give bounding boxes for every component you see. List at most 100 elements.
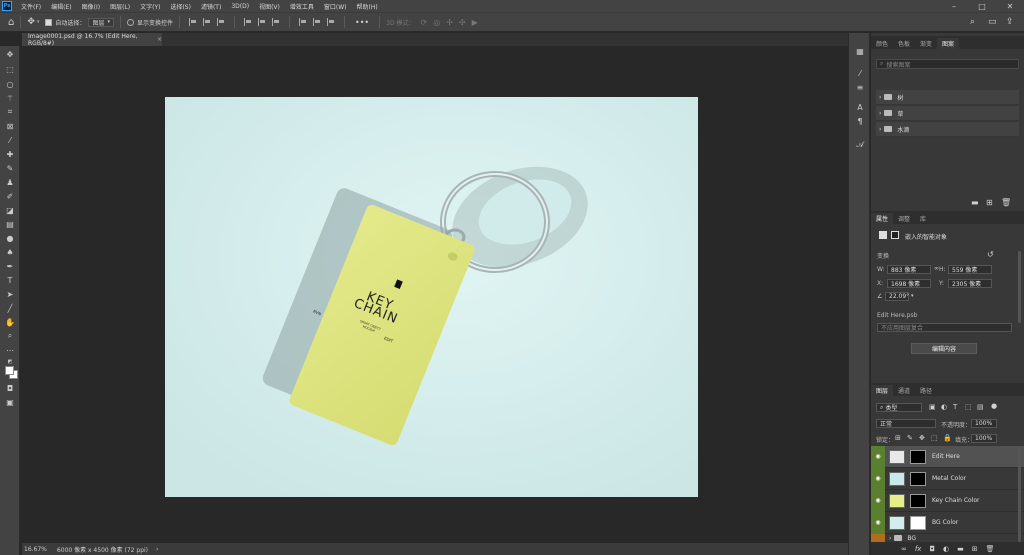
properties-scrollbar[interactable] [1018, 251, 1021, 323]
path-selection-tool-icon[interactable]: ➤ [4, 288, 16, 300]
more-tools-icon[interactable]: ⋯ [4, 344, 16, 356]
auto-select-dropdown[interactable]: 图层 ▾ [88, 17, 114, 27]
layer-row-metal-color[interactable]: ◉ Metal Color [871, 467, 1024, 490]
reset-transform-icon[interactable]: ↺ [987, 250, 994, 259]
layer-row-bg-color[interactable]: ◉ BG Color [871, 511, 1024, 534]
quick-mask-icon[interactable]: ◘ [4, 382, 16, 394]
pattern-folder-tree[interactable]: › 树 [876, 90, 1019, 105]
zoom-tool-icon[interactable]: ⌕ [4, 330, 16, 342]
height-field[interactable]: 559 像素 [948, 265, 992, 274]
tab-patterns[interactable]: 图案 [937, 38, 960, 49]
menu-help[interactable]: 帮助(H) [352, 2, 383, 11]
mask-icon[interactable] [891, 231, 899, 239]
pen-tool-icon[interactable]: ✒ [4, 260, 16, 272]
fill-field[interactable]: 100% [971, 434, 997, 443]
layer-name[interactable]: BG Color [932, 519, 958, 526]
add-mask-icon[interactable]: ◘ [929, 545, 935, 553]
eye-icon[interactable] [871, 534, 885, 542]
distribute-icon[interactable] [326, 18, 335, 26]
close-window-icon[interactable]: ✕ [996, 0, 1024, 12]
edit-contents-button[interactable]: 编辑内容 [911, 343, 977, 354]
chevron-down-icon[interactable]: ▾ [911, 293, 914, 299]
brush-settings-icon[interactable]: ⁄ [854, 67, 866, 79]
3d-pan-icon[interactable]: ✢ [446, 18, 453, 27]
magic-wand-tool-icon[interactable]: ⚚ [4, 92, 16, 104]
photoshop-logo-icon[interactable]: Ps [2, 1, 12, 11]
distribute-icon[interactable] [298, 18, 307, 26]
align-center-icon[interactable] [202, 18, 211, 26]
new-layer-icon[interactable]: ⊞ [972, 545, 978, 553]
pattern-folder-grass[interactable]: › 草 [876, 106, 1019, 121]
filter-toggle-icon[interactable]: ● [991, 402, 997, 410]
lock-position-icon[interactable]: ✥ [919, 434, 925, 442]
menu-filter[interactable]: 滤镜(T) [196, 2, 226, 11]
menu-edit[interactable]: 编辑(E) [46, 2, 76, 11]
menu-3d[interactable]: 3D(D) [226, 3, 254, 10]
adjustments-icon[interactable]: ≡ [854, 81, 866, 93]
zoom-level[interactable]: 16.67% [24, 546, 47, 553]
tab-layers[interactable]: 图层 [871, 385, 894, 396]
tab-adjustments[interactable]: 调整 [893, 213, 915, 224]
layer-name[interactable]: Edit Here [932, 453, 960, 460]
search-icon[interactable]: ⌕ [970, 17, 975, 27]
menu-type[interactable]: 文字(Y) [135, 2, 165, 11]
lock-transparent-icon[interactable]: ⊞ [895, 434, 901, 442]
chevron-right-icon[interactable]: › [879, 126, 881, 133]
chevron-right-icon[interactable]: › [879, 110, 881, 117]
eye-icon[interactable]: ◉ [871, 467, 885, 490]
type-tool-icon[interactable]: T [4, 274, 16, 286]
align-bottom-icon[interactable] [271, 18, 280, 26]
auto-select-checkbox[interactable] [45, 18, 53, 26]
new-group-icon[interactable]: ▬ [957, 545, 964, 553]
lasso-tool-icon[interactable]: ○ [4, 78, 16, 90]
tab-channels[interactable]: 通道 [893, 385, 915, 396]
align-top-icon[interactable] [243, 18, 252, 26]
filter-shape-icon[interactable]: ⬚ [965, 403, 972, 411]
distribute-icon[interactable] [312, 18, 321, 26]
adjustment-layer-icon[interactable]: ◐ [943, 545, 949, 553]
crop-tool-icon[interactable]: ⌗ [4, 106, 16, 118]
document-tab[interactable]: Image0001.psd @ 16.7% (Edit Here, RGB/8#… [22, 33, 162, 47]
3d-roll-icon[interactable]: ◎ [433, 18, 440, 27]
delete-layer-icon[interactable]: 🗑 [986, 545, 995, 553]
eye-icon[interactable]: ◉ [871, 511, 885, 534]
menu-plugins[interactable]: 增效工具 [285, 2, 319, 11]
eyedropper-tool-icon[interactable]: ⁄ [4, 134, 16, 146]
pattern-search-input[interactable]: ⌕ 搜索图案 [876, 59, 1019, 69]
filter-adjustment-icon[interactable]: ◐ [941, 403, 947, 411]
layers-scrollbar[interactable] [1018, 447, 1021, 542]
layer-comp-select[interactable]: 不应用图层复合 [877, 323, 1012, 332]
eye-icon[interactable]: ◉ [871, 445, 885, 468]
layer-mask-thumbnail[interactable] [910, 471, 926, 486]
tab-properties[interactable]: 属性 [871, 213, 894, 224]
gradient-tool-icon[interactable]: ▤ [4, 218, 16, 230]
line-tool-icon[interactable]: ╱ [4, 302, 16, 314]
eye-icon[interactable]: ◉ [871, 489, 885, 512]
align-right-icon[interactable] [216, 18, 225, 26]
layer-group-bg[interactable]: › BG [871, 534, 1024, 543]
lock-pixels-icon[interactable]: ✎ [907, 434, 913, 442]
chevron-right-icon[interactable]: › [879, 94, 881, 101]
layer-row-key-chain-color[interactable]: ◉ Key Chain Color [871, 489, 1024, 512]
close-tab-icon[interactable]: × [157, 36, 162, 43]
clone-stamp-tool-icon[interactable]: ♟ [4, 176, 16, 188]
more-options-icon[interactable]: ••• [355, 18, 369, 27]
eraser-tool-icon[interactable]: ◪ [4, 204, 16, 216]
layer-row-edit-here[interactable]: ◉ Edit Here [871, 445, 1024, 468]
character-panel-icon[interactable]: A [854, 101, 866, 113]
menu-select[interactable]: 选择(S) [165, 2, 196, 11]
align-left-icon[interactable] [188, 18, 197, 26]
screen-mode-icon[interactable]: ▣ [4, 396, 16, 408]
opacity-field[interactable]: 100% [971, 419, 997, 428]
menu-file[interactable]: 文件(F) [16, 2, 46, 11]
angle-field[interactable]: 22.09° [885, 292, 909, 301]
3d-slide-icon[interactable]: ✣ [459, 18, 466, 27]
3d-orbit-icon[interactable]: ⟳ [421, 18, 428, 27]
history-brush-tool-icon[interactable]: ✐ [4, 190, 16, 202]
x-field[interactable]: 1698 像素 [887, 279, 931, 288]
brush-tool-icon[interactable]: ✎ [4, 162, 16, 174]
menu-layer[interactable]: 图层(L) [105, 2, 135, 11]
layer-name[interactable]: Key Chain Color [932, 497, 980, 504]
tab-color[interactable]: 颜色 [871, 38, 893, 49]
tab-libraries[interactable]: 库 [915, 213, 931, 224]
